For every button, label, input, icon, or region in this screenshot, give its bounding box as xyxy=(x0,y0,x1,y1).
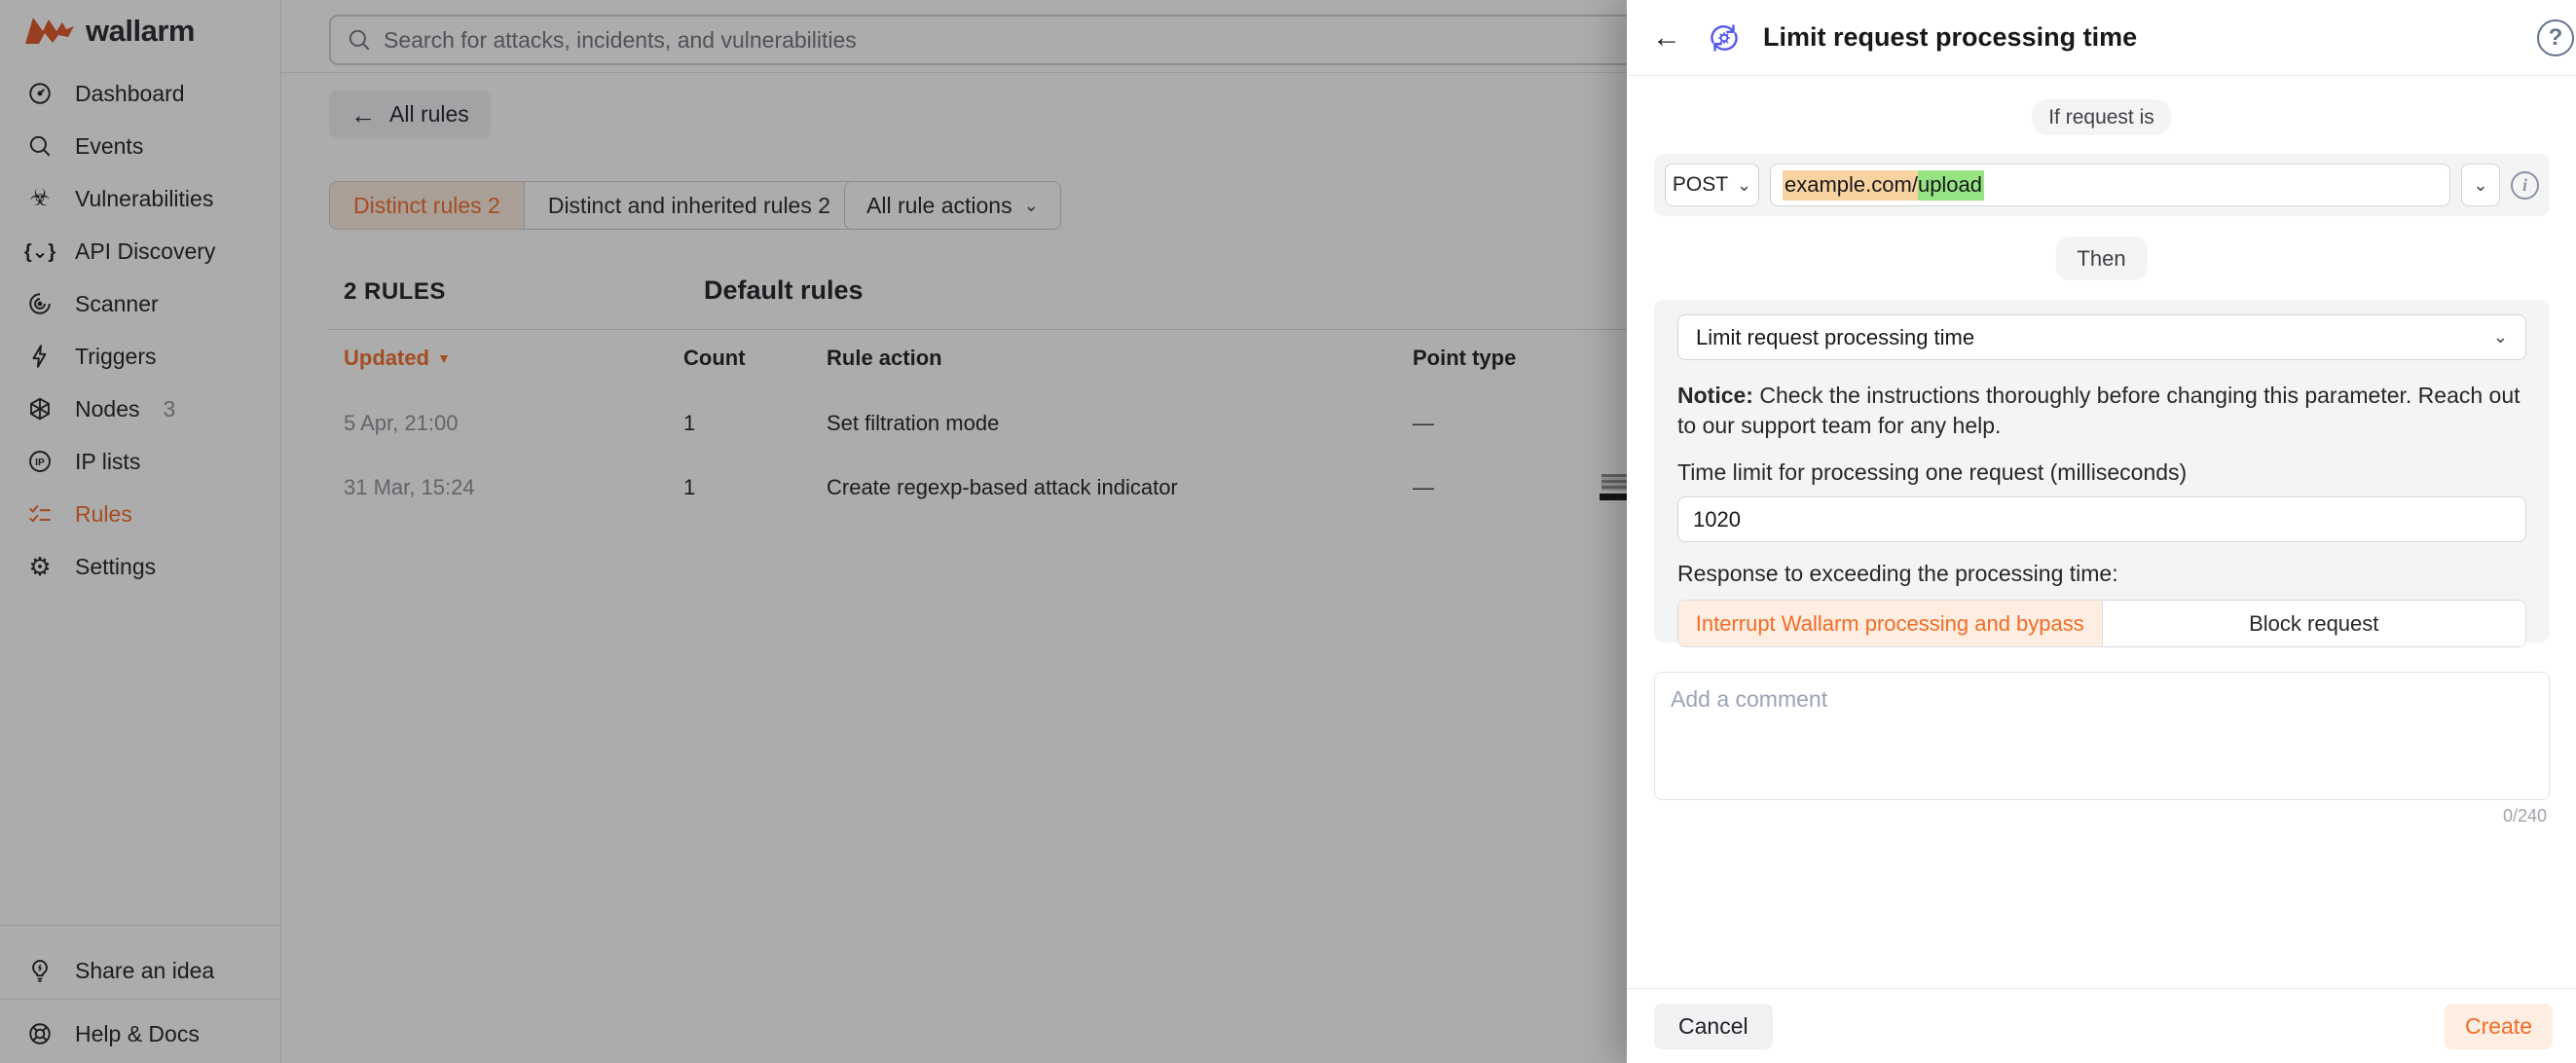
sync-gear-icon xyxy=(1705,19,1744,56)
chevron-down-icon: ⌄ xyxy=(2473,175,2487,196)
comment-textarea[interactable] xyxy=(1654,672,2550,800)
option-interrupt-bypass[interactable]: Interrupt Wallarm processing and bypass xyxy=(1678,601,2102,646)
time-limit-label: Time limit for processing one request (m… xyxy=(1677,459,2526,486)
request-condition-row: POST ⌄ example.com/upload ⌄ i xyxy=(1654,154,2550,216)
info-icon[interactable]: i xyxy=(2511,171,2539,200)
rule-create-drawer: ← Limit request processing time ? If req… xyxy=(1627,0,2576,1063)
char-counter: 0/240 xyxy=(2503,806,2547,826)
comment-field xyxy=(1654,672,2550,800)
notice-label: Notice: xyxy=(1677,383,1753,408)
then-label: Then xyxy=(2055,237,2147,280)
method-value: POST xyxy=(1673,173,1728,197)
back-arrow-button[interactable]: ← xyxy=(1652,23,1681,53)
notice-body: Check the instructions thoroughly before… xyxy=(1677,383,2521,438)
chevron-down-icon: ⌄ xyxy=(1737,175,1751,196)
wallarm-app: wallarm Dashboard Events ☣ Vulnerabiliti… xyxy=(0,0,2576,1063)
drawer-footer: Cancel Create xyxy=(1627,988,2576,1063)
rule-action-value: Limit request processing time xyxy=(1696,325,1974,350)
uri-expand-button[interactable]: ⌄ xyxy=(2461,164,2500,206)
response-segmented-control: Interrupt Wallarm processing and bypass … xyxy=(1677,600,2526,647)
rule-action-section: Limit request processing time ⌄ Notice: … xyxy=(1654,300,2550,642)
uri-input[interactable]: example.com/upload xyxy=(1770,164,2450,206)
rule-action-select[interactable]: Limit request processing time ⌄ xyxy=(1677,314,2526,360)
uri-host-token: example.com/ xyxy=(1783,170,1918,201)
chevron-down-icon: ⌄ xyxy=(2493,327,2508,348)
option-block-request[interactable]: Block request xyxy=(2102,601,2526,646)
if-request-is-label: If request is xyxy=(2031,99,2172,135)
method-select[interactable]: POST ⌄ xyxy=(1665,164,1759,206)
time-limit-input[interactable] xyxy=(1677,496,2526,542)
uri-path-token: upload xyxy=(1918,170,1984,201)
create-button[interactable]: Create xyxy=(2445,1004,2553,1049)
drawer-title: Limit request processing time xyxy=(1763,22,2137,53)
response-label: Response to exceeding the processing tim… xyxy=(1677,561,2526,587)
question-circle-icon[interactable]: ? xyxy=(2537,19,2574,56)
drawer-header: ← Limit request processing time ? xyxy=(1627,0,2576,76)
notice-text: Notice: Check the instructions thoroughl… xyxy=(1677,381,2526,441)
cancel-button[interactable]: Cancel xyxy=(1654,1004,1773,1049)
